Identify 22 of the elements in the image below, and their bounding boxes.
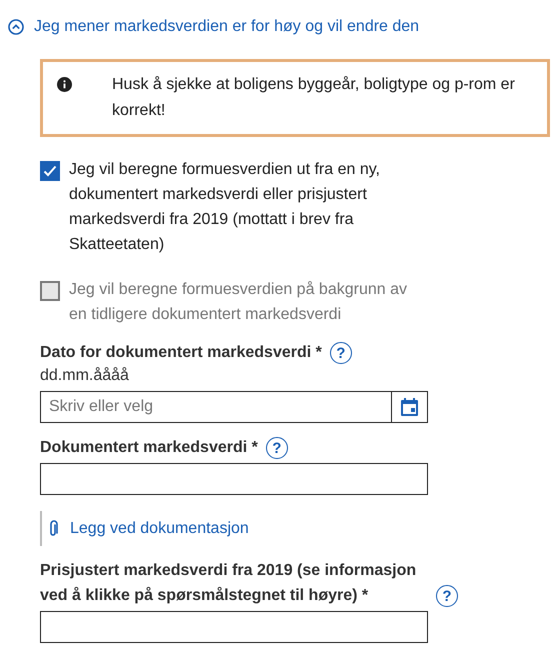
help-button[interactable]: ? (266, 437, 288, 459)
input-field[interactable] (40, 463, 428, 495)
calendar-button[interactable] (392, 391, 428, 423)
date-field[interactable]: Skriv eller velg (40, 391, 392, 423)
check-icon (43, 165, 57, 177)
attach-link[interactable]: Legg ved dokumentasjon (48, 516, 249, 540)
chevron-up-icon (8, 19, 24, 35)
help-button[interactable]: ? (330, 342, 352, 364)
checkbox[interactable] (40, 161, 60, 181)
input-field[interactable] (40, 611, 428, 643)
field-label: Prisjustert markedsverdi fra 2019 (se informasjon ved å klikke på spørsmålstegnet til høyre) * (40, 561, 418, 606)
paperclip-icon (48, 520, 58, 538)
disclosure-toggle[interactable]: Jeg mener markedsverdien er for høy og vil endre den (8, 15, 420, 39)
info-icon (57, 77, 72, 92)
format-hint: dd.mm.åååå (40, 366, 129, 386)
calendar-icon (401, 398, 418, 416)
help-button[interactable]: ? (436, 585, 458, 607)
alert-text: Husk å sjekke at boligens byggeår, boligtype og p-rom er korrekt! (112, 75, 516, 121)
checkbox-label: Jeg vil beregne formuesverdien på bakgrunn av en tidligere dokumentert markedsverdi (69, 280, 408, 325)
checkbox-label: Jeg vil beregne formuesverdien ut fra en ny, dokumentert markedsverdi eller prisjustert markedsverdi fra 2019 (mottatt i brev fra Skatteetaten) (69, 160, 381, 255)
field-label: Dokumentert markedsverdi * (40, 438, 258, 458)
field-label: Dato for dokumentert markedsverdi * (40, 343, 322, 363)
